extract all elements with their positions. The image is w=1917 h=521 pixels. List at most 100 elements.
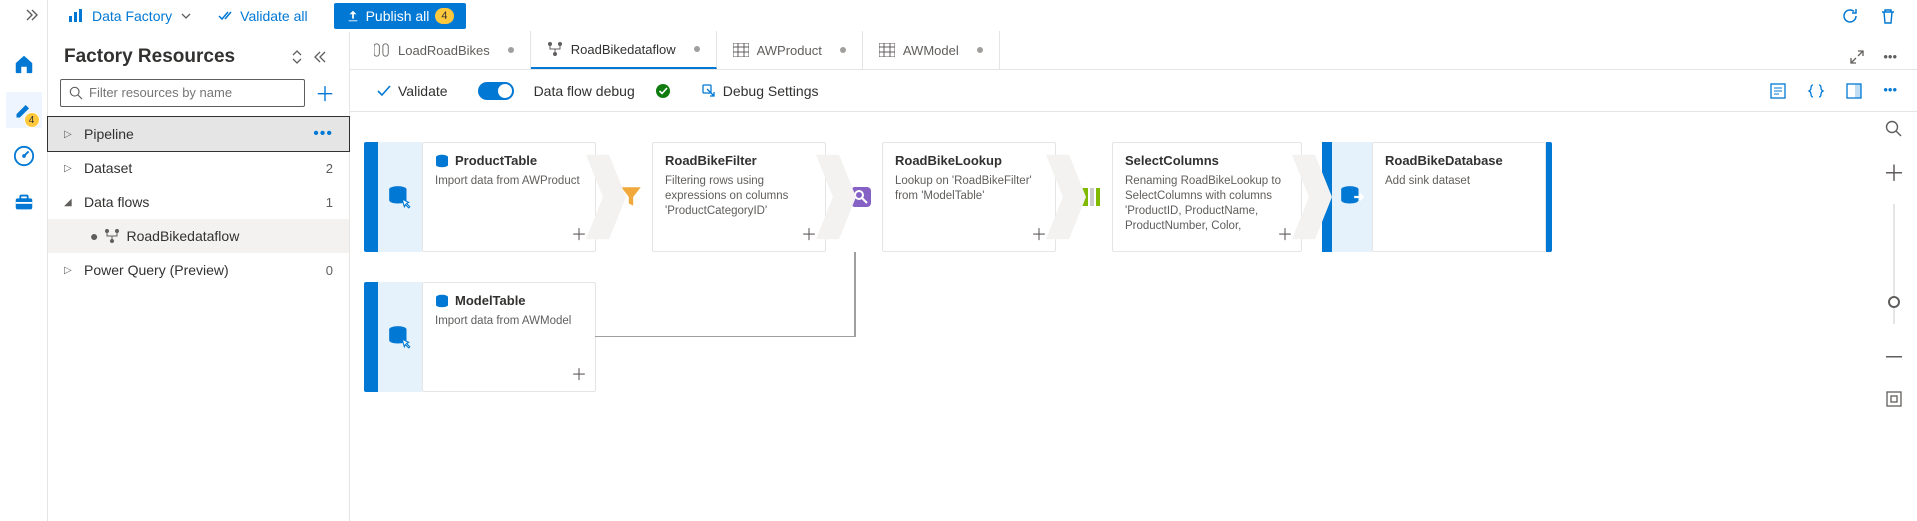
home-icon	[13, 53, 35, 75]
add-step-button[interactable]: ＋	[801, 221, 817, 245]
debug-settings-button[interactable]: Debug Settings	[691, 79, 829, 103]
rail-monitor[interactable]	[6, 138, 42, 174]
connector-arrow	[1292, 142, 1332, 252]
json-button[interactable]	[1803, 78, 1829, 104]
dataflow-icon	[104, 228, 120, 244]
source-handle[interactable]	[364, 282, 378, 392]
chevron-right-double-icon	[25, 8, 39, 22]
zoom-slider-thumb[interactable]	[1888, 296, 1900, 308]
add-step-button[interactable]: ＋	[571, 221, 587, 245]
tree-node-pipeline[interactable]: ▷ Pipeline •••	[48, 117, 349, 151]
properties-icon	[1845, 82, 1863, 100]
rail-home[interactable]	[6, 46, 42, 82]
table-icon	[879, 43, 895, 57]
panel-sort-icon[interactable]	[285, 48, 309, 66]
connector-arrow	[816, 142, 856, 252]
validate-button[interactable]: Validate	[366, 79, 458, 103]
toolbox-icon	[13, 191, 35, 213]
publish-all-button[interactable]: Publish all 4	[334, 3, 466, 29]
filter-input[interactable]	[89, 85, 296, 100]
properties-button[interactable]	[1841, 78, 1867, 104]
database-sink-icon	[1339, 184, 1365, 210]
add-resource-button[interactable]: ＋	[313, 78, 337, 107]
node-producttable[interactable]: ProductTable Import data from AWProduct …	[422, 142, 596, 252]
script-button[interactable]	[1765, 78, 1791, 104]
topbar: Data Factory Validate all Publish all 4	[48, 0, 1917, 32]
tree-node-powerquery[interactable]: ▷ Power Query (Preview) 0	[48, 253, 349, 287]
check-icon	[376, 83, 392, 99]
workspace-dropdown[interactable]: Data Factory	[68, 8, 192, 24]
more-actions-icon[interactable]: •••	[313, 125, 333, 143]
tab-loadroadbikes[interactable]: LoadRoadBikes	[358, 31, 531, 69]
rail-manage[interactable]	[6, 184, 42, 220]
dirty-dot-icon	[694, 46, 700, 52]
dirty-dot-icon	[840, 47, 846, 53]
tree-node-dataflows[interactable]: ◢ Data flows 1	[48, 185, 349, 219]
status-ok-icon	[655, 83, 671, 99]
zoom-out-button[interactable]: －	[1881, 338, 1907, 374]
node-selectcolumns[interactable]: SelectColumns Renaming RoadBikeLookup to…	[1112, 142, 1302, 252]
database-source-icon	[387, 184, 413, 210]
node-roadbikefilter[interactable]: RoadBikeFilter Filtering rows using expr…	[652, 142, 826, 252]
left-rail: 4	[0, 0, 48, 521]
add-step-button[interactable]: ＋	[571, 361, 587, 385]
debug-label: Data flow debug	[534, 83, 635, 99]
zoom-in-button[interactable]: ＋	[1881, 154, 1907, 190]
tree-node-roadbikedataflow[interactable]: ● RoadBikedataflow	[48, 219, 349, 253]
factory-resources-panel: Factory Resources ＋ ▷ Pipeline ••• ▷	[48, 32, 350, 521]
zoom-search-button[interactable]	[1883, 118, 1905, 140]
editor-tabs: LoadRoadBikes RoadBikedataflow AWProduct…	[350, 32, 1917, 70]
chevron-down-icon	[180, 10, 192, 22]
upload-icon	[346, 9, 360, 23]
connector-arrow	[586, 142, 626, 252]
delete-button[interactable]	[1875, 3, 1901, 29]
database-icon	[435, 154, 449, 168]
zoom-slider[interactable]	[1893, 204, 1895, 324]
tree-node-dataset[interactable]: ▷ Dataset 2	[48, 151, 349, 185]
refresh-button[interactable]	[1837, 3, 1863, 29]
flow-canvas[interactable]: ProductTable Import data from AWProduct …	[350, 112, 1917, 521]
chevron-right-icon: ▷	[64, 265, 76, 276]
chevron-down-icon: ◢	[64, 197, 76, 208]
toolbar-more-icon[interactable]: •••	[1879, 78, 1901, 104]
flow-toolbar: Validate Data flow debug Debug Settings …	[350, 70, 1917, 112]
tab-awproduct[interactable]: AWProduct	[717, 31, 863, 69]
braces-icon	[1807, 82, 1825, 100]
connector-arrow	[1046, 142, 1086, 252]
author-change-badge: 4	[24, 112, 40, 128]
refresh-icon	[1841, 7, 1859, 25]
source-handle[interactable]	[364, 142, 378, 252]
expand-button[interactable]	[1845, 45, 1869, 69]
sink-end-handle[interactable]	[1546, 142, 1552, 252]
sink-icon-wrapper	[1332, 142, 1372, 252]
trash-icon	[1879, 7, 1897, 25]
expand-icon	[1849, 49, 1865, 65]
validate-all-button[interactable]: Validate all	[208, 4, 317, 28]
debug-toggle[interactable]	[478, 82, 514, 100]
search-icon	[69, 86, 83, 100]
rail-author[interactable]: 4	[6, 92, 42, 128]
filter-input-wrapper[interactable]	[60, 79, 305, 107]
dirty-dot-icon	[977, 47, 983, 53]
dirty-dot-icon	[508, 47, 514, 53]
node-roadbikelookup[interactable]: RoadBikeLookup Lookup on 'RoadBikeFilter…	[882, 142, 1056, 252]
panel-collapse-icon[interactable]	[309, 48, 333, 66]
tab-more-icon[interactable]: •••	[1879, 45, 1901, 69]
table-icon	[733, 43, 749, 57]
rail-collapse-toggle[interactable]	[0, 8, 47, 36]
tab-roadbikedataflow[interactable]: RoadBikedataflow	[531, 31, 717, 69]
workspace-name: Data Factory	[92, 8, 172, 24]
node-modeltable[interactable]: ModelTable Import data from AWModel ＋	[422, 282, 596, 392]
source-icon-wrapper	[378, 282, 422, 392]
add-step-button[interactable]: ＋	[1277, 221, 1293, 245]
tab-awmodel[interactable]: AWModel	[863, 31, 1000, 69]
dataflow-icon	[547, 41, 563, 57]
gauge-icon	[13, 145, 35, 167]
add-step-button[interactable]: ＋	[1031, 221, 1047, 245]
script-icon	[1769, 82, 1787, 100]
node-roadbikedatabase[interactable]: RoadBikeDatabase Add sink dataset	[1372, 142, 1546, 252]
chevron-right-icon: ▷	[64, 129, 76, 140]
publish-count-badge: 4	[435, 8, 453, 24]
zoom-fit-button[interactable]	[1883, 388, 1905, 410]
database-source-icon	[387, 324, 413, 350]
